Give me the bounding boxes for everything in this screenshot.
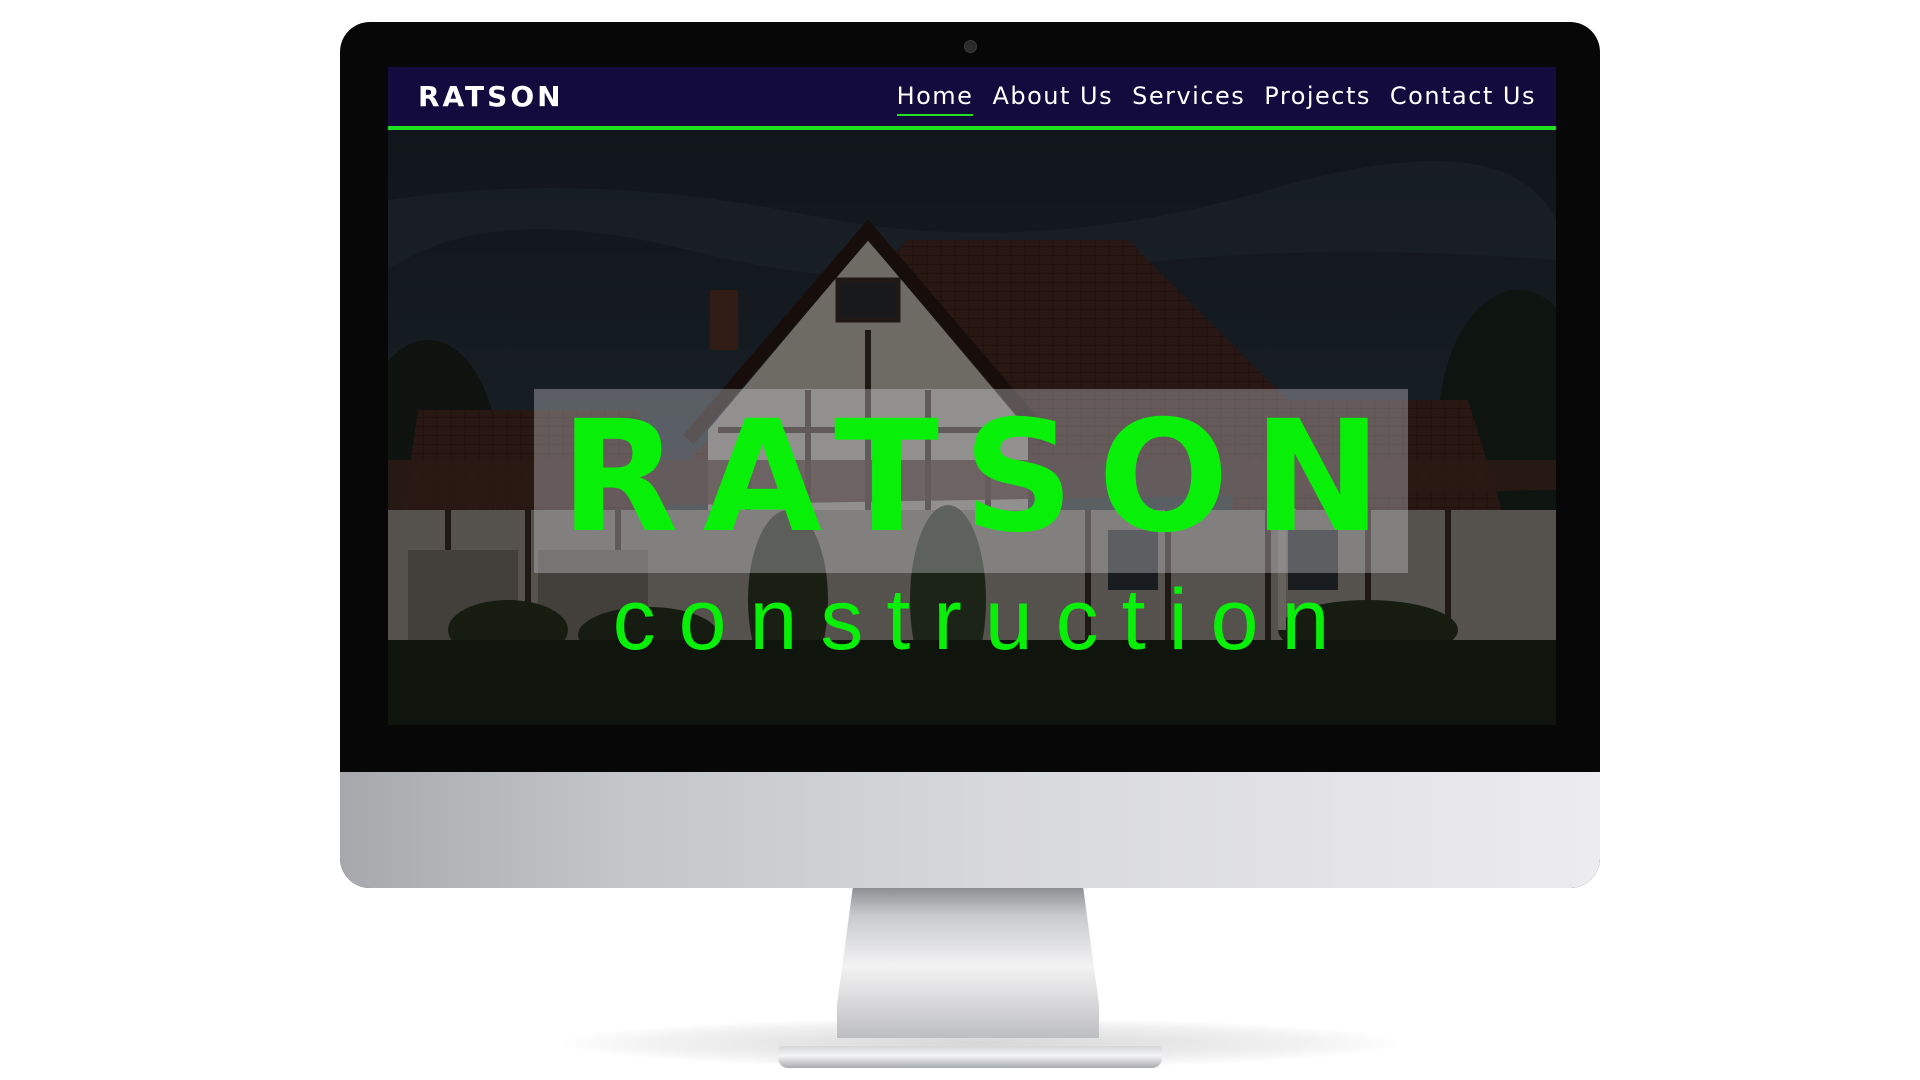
nav-link-projects[interactable]: Projects [1264,82,1371,116]
monitor-chin [340,772,1600,888]
hero-section: RATSON construction [388,130,1556,725]
nav-menu: Home About Us Services Projects Contact … [896,82,1536,116]
navbar: RATSON Home About Us Services Projects C… [388,67,1556,130]
brand-logo[interactable]: RATSON [418,80,564,113]
website-screen: RATSON Home About Us Services Projects C… [388,67,1556,725]
webcam-icon [964,40,977,53]
nav-link-about-us[interactable]: About Us [992,82,1113,116]
nav-link-home[interactable]: Home [896,82,974,116]
hero-title: RATSON [560,388,1406,567]
hero-subtitle: construction [612,572,1353,668]
nav-link-contact-us[interactable]: Contact Us [1390,82,1536,116]
monitor-stand [837,888,1099,1038]
monitor-stand-base [778,1046,1162,1068]
nav-link-services[interactable]: Services [1132,82,1245,116]
